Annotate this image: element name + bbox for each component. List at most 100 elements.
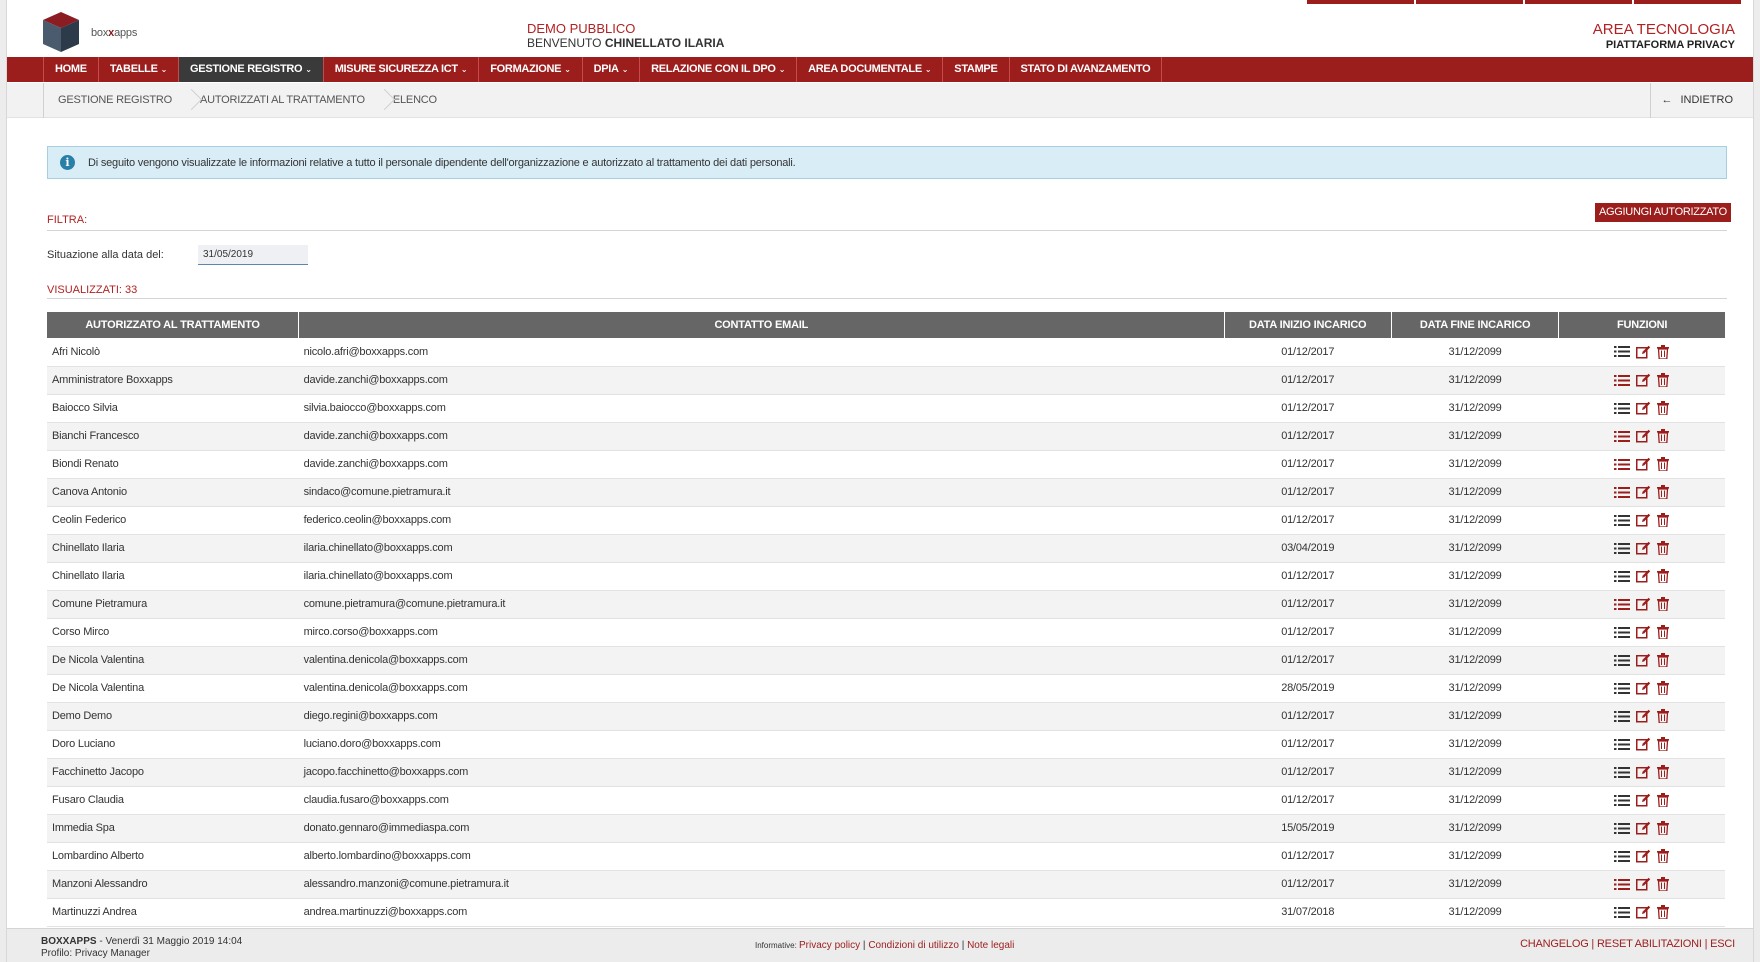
edit-icon[interactable] bbox=[1636, 373, 1651, 387]
edit-icon[interactable] bbox=[1636, 513, 1651, 527]
add-authorized-button[interactable]: AGGIUNGI AUTORIZZATO bbox=[1595, 203, 1731, 222]
trash-icon[interactable] bbox=[1657, 821, 1670, 835]
list-details-icon[interactable] bbox=[1614, 570, 1631, 583]
edit-icon[interactable] bbox=[1636, 905, 1651, 919]
trash-icon[interactable] bbox=[1657, 653, 1670, 667]
changelog-link[interactable]: CHANGELOG bbox=[1520, 938, 1589, 950]
trash-icon[interactable] bbox=[1657, 541, 1670, 555]
breadcrumb-item[interactable]: AUTORIZZATI AL TRATTAMENTO bbox=[186, 83, 379, 118]
list-details-icon[interactable] bbox=[1614, 738, 1631, 751]
edit-icon[interactable] bbox=[1636, 877, 1651, 891]
trash-icon[interactable] bbox=[1657, 625, 1670, 639]
nav-item-gestione-registro[interactable]: GESTIONE REGISTRO ⌄ bbox=[178, 57, 323, 82]
edit-icon[interactable] bbox=[1636, 345, 1651, 359]
edit-icon[interactable] bbox=[1636, 737, 1651, 751]
trash-icon[interactable] bbox=[1657, 344, 1670, 359]
trash-icon[interactable] bbox=[1657, 681, 1670, 695]
trash-icon[interactable] bbox=[1657, 373, 1670, 387]
trash-icon[interactable] bbox=[1657, 849, 1670, 863]
list-details-icon[interactable] bbox=[1614, 654, 1631, 667]
nav-item-misure-sicurezza-ict[interactable]: MISURE SICUREZZA ICT ⌄ bbox=[322, 57, 479, 82]
edit-icon[interactable] bbox=[1636, 709, 1651, 723]
edit-icon[interactable] bbox=[1636, 541, 1651, 555]
list-details-icon[interactable] bbox=[1614, 345, 1631, 358]
list-details-icon[interactable] bbox=[1614, 822, 1631, 835]
list-details-icon[interactable] bbox=[1614, 402, 1631, 415]
nav-item-stampe[interactable]: STAMPE bbox=[942, 57, 1008, 82]
nav-item-area-documentale[interactable]: AREA DOCUMENTALE ⌄ bbox=[796, 57, 942, 82]
nav-item-dpia[interactable]: DPIA ⌄ bbox=[581, 57, 640, 82]
trash-icon[interactable] bbox=[1657, 457, 1670, 471]
list-details-icon[interactable] bbox=[1614, 710, 1631, 723]
list-details-icon[interactable] bbox=[1614, 906, 1631, 919]
list-details-icon[interactable] bbox=[1614, 542, 1631, 555]
cell-actions bbox=[1558, 562, 1725, 591]
date-filter-input[interactable] bbox=[198, 245, 308, 265]
list-details-icon[interactable] bbox=[1614, 598, 1631, 611]
column-header[interactable]: DATA FINE INCARICO bbox=[1391, 312, 1560, 338]
list-details-icon[interactable] bbox=[1614, 374, 1631, 387]
row-actions bbox=[1564, 905, 1720, 919]
edit-icon[interactable] bbox=[1636, 653, 1651, 667]
trash-icon[interactable] bbox=[1657, 569, 1670, 583]
list-details-icon[interactable] bbox=[1614, 850, 1631, 863]
privacy-policy-link[interactable]: Privacy policy bbox=[799, 940, 860, 951]
area-title: AREA TECNOLOGIA bbox=[1592, 21, 1735, 38]
list-details-icon[interactable] bbox=[1614, 766, 1631, 779]
edit-icon[interactable] bbox=[1636, 821, 1651, 835]
terms-link[interactable]: Condizioni di utilizzo bbox=[868, 940, 959, 951]
edit-icon[interactable] bbox=[1636, 569, 1651, 583]
edit-icon[interactable] bbox=[1636, 681, 1651, 695]
edit-icon[interactable] bbox=[1636, 401, 1651, 415]
exit-link[interactable]: ESCI bbox=[1710, 938, 1735, 950]
list-details-icon[interactable] bbox=[1614, 458, 1631, 471]
edit-icon[interactable] bbox=[1636, 625, 1651, 639]
trash-icon[interactable] bbox=[1657, 709, 1670, 723]
list-details-icon[interactable] bbox=[1614, 682, 1631, 695]
edit-icon[interactable] bbox=[1636, 793, 1651, 807]
list-details-icon[interactable] bbox=[1614, 486, 1631, 499]
boxxapps-logo[interactable]: boxxapps bbox=[39, 8, 149, 56]
nav-item-formazione[interactable]: FORMAZIONE ⌄ bbox=[478, 57, 581, 82]
edit-icon[interactable] bbox=[1636, 429, 1651, 443]
back-button[interactable]: ← INDIETRO bbox=[1650, 83, 1753, 118]
nav-item-tabelle[interactable]: TABELLE ⌄ bbox=[97, 57, 178, 82]
list-details-icon[interactable] bbox=[1614, 430, 1631, 443]
row-actions bbox=[1564, 877, 1720, 891]
trash-icon[interactable] bbox=[1657, 429, 1670, 443]
trash-icon[interactable] bbox=[1657, 597, 1670, 611]
edit-icon[interactable] bbox=[1636, 765, 1651, 779]
cell-end-date: 31/12/2099 bbox=[1391, 814, 1559, 843]
nav-item-home[interactable]: HOME bbox=[43, 57, 98, 82]
cell-name: Canova Antonio bbox=[47, 478, 299, 507]
cell-actions bbox=[1558, 534, 1725, 563]
trash-icon[interactable] bbox=[1657, 877, 1670, 891]
nav-item-relazione-con-il-dpo[interactable]: RELAZIONE CON IL DPO ⌄ bbox=[639, 57, 796, 82]
edit-icon[interactable] bbox=[1636, 457, 1651, 471]
trash-icon[interactable] bbox=[1657, 793, 1670, 807]
trash-icon[interactable] bbox=[1657, 765, 1670, 779]
column-header[interactable]: DATA INIZIO INCARICO bbox=[1224, 312, 1392, 338]
trash-icon[interactable] bbox=[1657, 401, 1670, 415]
edit-icon[interactable] bbox=[1636, 597, 1651, 611]
legal-notes-link[interactable]: Note legali bbox=[967, 940, 1014, 951]
cell-start-date: 01/12/2017 bbox=[1224, 758, 1392, 787]
breadcrumb-item[interactable]: GESTIONE REGISTRO bbox=[43, 83, 186, 118]
column-header[interactable]: CONTATTO EMAIL bbox=[298, 312, 1225, 338]
column-header[interactable]: AUTORIZZATO AL TRATTAMENTO bbox=[47, 312, 300, 338]
nav-item-stato-di-avanzamento[interactable]: STATO DI AVANZAMENTO bbox=[1008, 57, 1163, 82]
edit-icon[interactable] bbox=[1636, 849, 1651, 863]
list-details-icon[interactable] bbox=[1614, 514, 1631, 527]
edit-icon[interactable] bbox=[1636, 485, 1651, 499]
list-details-icon[interactable] bbox=[1614, 878, 1631, 891]
trash-icon[interactable] bbox=[1657, 513, 1670, 527]
list-details-icon[interactable] bbox=[1614, 626, 1631, 639]
column-header[interactable]: FUNZIONI bbox=[1558, 312, 1725, 338]
list-details-icon[interactable] bbox=[1614, 794, 1631, 807]
row-actions bbox=[1564, 849, 1720, 863]
trash-icon[interactable] bbox=[1657, 905, 1670, 919]
footer-datetime: - Venerdì 31 Maggio 2019 14:04 bbox=[96, 936, 243, 947]
trash-icon[interactable] bbox=[1657, 737, 1670, 751]
trash-icon[interactable] bbox=[1657, 485, 1670, 499]
reset-permissions-link[interactable]: RESET ABILITAZIONI bbox=[1597, 938, 1702, 950]
